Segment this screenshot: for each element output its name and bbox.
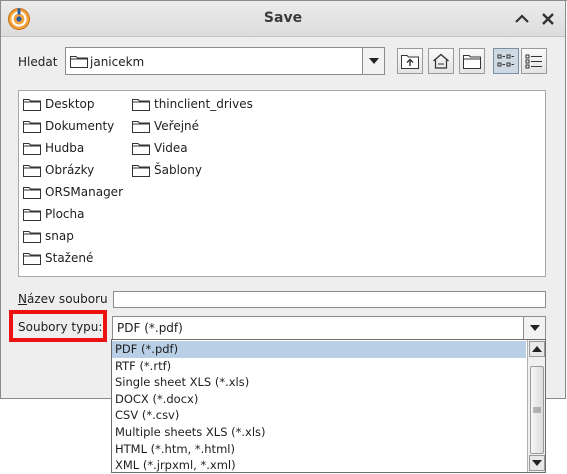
folder-icon <box>23 252 41 265</box>
list-item[interactable]: Veřejné <box>132 117 199 135</box>
list-item[interactable]: snap <box>23 227 74 245</box>
file-type-option[interactable]: XML (*.jrpxml, *.xml) <box>112 457 526 472</box>
folder-icon <box>132 164 150 177</box>
folder-icon <box>23 142 41 155</box>
home-button[interactable] <box>428 48 454 74</box>
list-view-button[interactable] <box>493 48 519 74</box>
list-item[interactable]: Dokumenty <box>23 117 114 135</box>
folder-name: Videa <box>154 141 188 155</box>
scroll-up-button[interactable] <box>529 341 545 357</box>
folder-icon <box>23 208 41 221</box>
home-icon <box>433 53 449 69</box>
up-one-level-icon <box>401 55 419 69</box>
folder-icon <box>23 186 41 199</box>
grip-icon <box>533 407 541 413</box>
folder-icon <box>23 120 41 133</box>
new-folder-icon <box>463 55 481 69</box>
file-type-combobox[interactable]: PDF (*.pdf) <box>112 316 546 340</box>
list-item[interactable]: Stažené <box>23 249 93 267</box>
folder-icon <box>23 230 41 243</box>
file-type-option[interactable]: Single sheet XLS (*.xls) <box>112 374 526 391</box>
folder-icon <box>132 120 150 133</box>
folder-icon <box>70 56 88 68</box>
maximize-icon[interactable] <box>513 10 531 28</box>
list-item[interactable]: Plocha <box>23 205 84 223</box>
chevron-up-icon <box>532 346 542 352</box>
list-item[interactable]: Šablony <box>132 161 202 179</box>
look-in-value: janicekm <box>90 55 145 69</box>
list-view-icon <box>497 54 514 67</box>
file-type-option[interactable]: PDF (*.pdf) <box>112 341 526 358</box>
file-type-option[interactable]: Multiple sheets XLS (*.xls) <box>112 424 526 441</box>
close-icon[interactable] <box>539 10 557 28</box>
scroll-thumb[interactable] <box>530 366 544 454</box>
folder-icon <box>132 142 150 155</box>
up-one-level-button[interactable] <box>397 48 423 74</box>
file-type-option[interactable]: CSV (*.csv) <box>112 407 526 424</box>
file-type-dropdown-list[interactable]: PDF (*.pdf) RTF (*.rtf) Single sheet XLS… <box>111 339 546 473</box>
scroll-down-button[interactable] <box>529 455 545 471</box>
folder-name: Šablony <box>154 163 202 177</box>
chevron-down-icon <box>532 460 542 466</box>
chevron-down-icon <box>368 58 379 64</box>
file-name-label: Název souboru <box>18 292 108 306</box>
folder-icon <box>23 164 41 177</box>
file-type-option[interactable]: HTML (*.htm, *.html) <box>112 441 526 458</box>
window-title: Save <box>263 10 303 26</box>
list-item[interactable]: thinclient_drives <box>132 95 253 113</box>
details-view-icon <box>525 54 542 69</box>
details-view-button[interactable] <box>521 48 547 74</box>
new-folder-button[interactable] <box>459 48 485 74</box>
look-in-dropdown-button[interactable] <box>362 47 385 75</box>
folder-name: Desktop <box>45 97 95 111</box>
folder-name: Dokumenty <box>45 119 115 133</box>
folder-name: thinclient_drives <box>154 97 253 111</box>
title-bar[interactable]: Save <box>1 1 565 37</box>
list-item[interactable]: Obrázky <box>23 161 94 179</box>
folder-name: Stažené <box>45 251 94 265</box>
file-type-option[interactable]: DOCX (*.docx) <box>112 391 526 408</box>
folder-name: Plocha <box>45 207 85 221</box>
file-type-dropdown-button[interactable] <box>523 316 546 340</box>
list-item[interactable]: Hudba <box>23 139 84 157</box>
folder-name: Obrázky <box>45 163 95 177</box>
list-item[interactable]: Videa <box>132 139 188 157</box>
highlight-annotation <box>9 310 107 342</box>
file-list[interactable]: Desktop Dokumenty Hudba Obrázky ORSManag… <box>18 90 546 277</box>
folder-name: ORSManager <box>45 185 123 199</box>
folder-name: Veřejné <box>154 119 200 133</box>
file-name-label-rest: ázev souboru <box>26 292 108 306</box>
folder-icon <box>23 98 41 111</box>
file-name-input[interactable] <box>113 291 546 308</box>
folder-name: snap <box>45 229 74 243</box>
list-item[interactable]: ORSManager <box>23 183 123 201</box>
folder-name: Hudba <box>45 141 85 155</box>
file-type-option[interactable]: RTF (*.rtf) <box>112 358 526 375</box>
list-item[interactable]: Desktop <box>23 95 95 113</box>
vertical-scrollbar[interactable] <box>527 340 545 472</box>
file-type-value: PDF (*.pdf) <box>117 321 183 335</box>
look-in-label: Hledat <box>18 55 58 69</box>
mnemonic-letter: N <box>18 292 27 306</box>
folder-icon <box>132 98 150 111</box>
look-in-combobox[interactable]: janicekm <box>65 47 385 75</box>
chevron-down-icon <box>529 325 540 331</box>
